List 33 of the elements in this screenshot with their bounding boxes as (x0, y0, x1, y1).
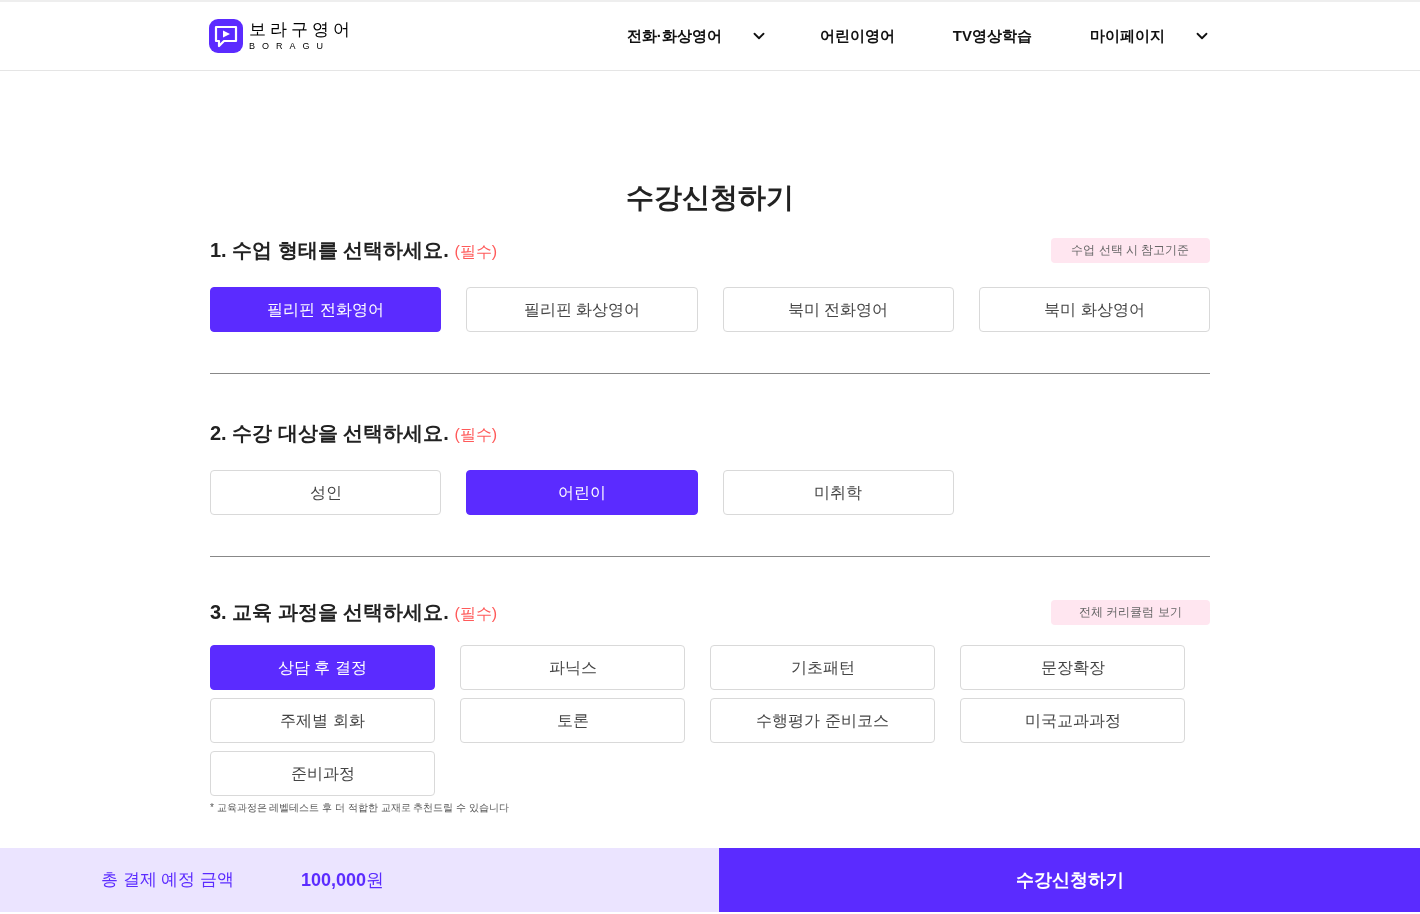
logo-icon (209, 19, 243, 53)
nav-menu-item[interactable]: 전화·화상영어 (626, 24, 768, 48)
total-amount: 100,000원 (301, 868, 385, 892)
nav-menu-item[interactable]: 어린이영어 (819, 24, 895, 48)
section-heading: 1. 수업 형태를 선택하세요. (필수) (210, 238, 498, 263)
logo-subtitle: BORAGU (249, 42, 331, 51)
submit-button[interactable]: 수강신청하기 (719, 848, 1420, 912)
option-button[interactable]: 북미 화상영어 (978, 287, 1210, 332)
nav-menu-item[interactable]: TV영상학습 (952, 24, 1032, 48)
reference-link-button[interactable]: 전체 커리큘럼 보기 (1051, 599, 1210, 625)
section-heading: 2. 수강 대상을 선택하세요. (필수) (210, 421, 498, 446)
page-title: 수강신청하기 (625, 181, 795, 215)
option-button[interactable]: 토론 (460, 698, 685, 743)
option-button[interactable]: 기초패턴 (710, 645, 935, 690)
reference-link-button[interactable]: 수업 선택 시 참고기준 (1051, 237, 1210, 263)
total-label: 총 결제 예정 금액 (101, 869, 236, 892)
logo-name: 보라구영어 (249, 21, 354, 38)
option-button[interactable]: 미국교과과정 (960, 698, 1185, 743)
option-button[interactable]: 파닉스 (460, 645, 685, 690)
option-button[interactable]: 주제별 회화 (210, 698, 435, 743)
option-button[interactable]: 어린이 (466, 470, 698, 515)
section-heading: 3. 교육 과정을 선택하세요. (필수) (210, 600, 498, 625)
option-button[interactable]: 북미 전화영어 (722, 287, 954, 332)
option-button[interactable]: 수행평가 준비코스 (710, 698, 935, 743)
option-button[interactable]: 상담 후 결정 (210, 645, 435, 690)
option-button[interactable]: 필리핀 전화영어 (210, 287, 442, 332)
option-button[interactable]: 문장확장 (960, 645, 1185, 690)
curriculum-note: * 교육과정은 레벨테스트 후 더 적합한 교재로 추천드릴 수 있습니다 (210, 802, 510, 814)
option-button[interactable]: 미취학 (722, 470, 954, 515)
option-button[interactable]: 성인 (210, 470, 442, 515)
option-button[interactable]: 준비과정 (210, 751, 435, 796)
option-button[interactable]: 필리핀 화상영어 (466, 287, 698, 332)
nav-menu-item[interactable]: 마이페이지 (1090, 24, 1211, 48)
